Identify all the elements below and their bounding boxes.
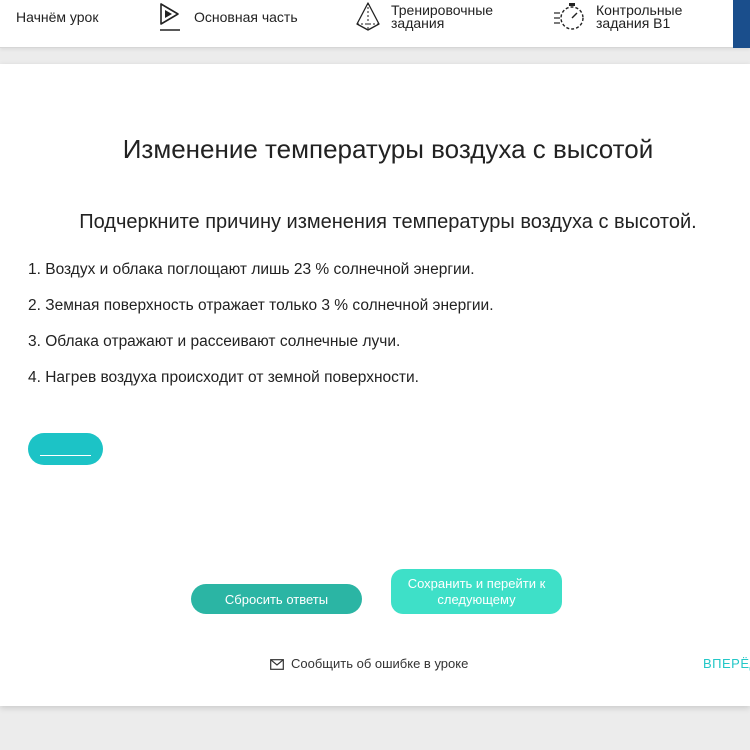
nav-item-label: Начнём урок	[16, 8, 99, 25]
forward-link[interactable]: ВПЕРЁД	[703, 656, 750, 671]
report-error-label: Сообщить об ошибке в уроке	[291, 656, 469, 671]
page-title: Изменение температуры воздуха с высотой	[122, 134, 654, 164]
pyramid-icon	[355, 2, 383, 32]
answer-options-list: 1. Воздух и облака поглощают лишь 23 % с…	[28, 261, 494, 405]
nav-item-label: Тренировочные задания	[391, 3, 493, 31]
top-navigation: Начнём урок Основная часть Тренировочные…	[0, 0, 750, 48]
nav-item-label: Контрольные задания В1	[596, 3, 682, 31]
answer-blank-line	[40, 455, 91, 456]
nav-item-control-tasks[interactable]: Контрольные задания В1	[553, 0, 723, 34]
question-text: Подчеркните причину изменения температур…	[79, 211, 697, 233]
play-icon	[158, 2, 186, 32]
nav-item-label-line2: задания В1	[596, 15, 671, 31]
save-next-button[interactable]: Сохранить и перейти к следующему	[391, 569, 562, 614]
nav-item-label: Основная часть	[194, 8, 298, 25]
answer-option[interactable]: 4. Нагрев воздуха происходит от земной п…	[28, 369, 494, 387]
envelope-icon	[270, 658, 284, 670]
lesson-card: Изменение температуры воздуха с высотой …	[0, 64, 750, 706]
nav-item-practice-tasks[interactable]: Тренировочные задания	[355, 0, 535, 34]
stopwatch-icon	[553, 2, 588, 32]
nav-accent-tab[interactable]	[733, 0, 750, 48]
answer-option[interactable]: 2. Земная поверхность отражает только 3 …	[28, 297, 494, 315]
answer-option[interactable]: 1. Воздух и облака поглощают лишь 23 % с…	[28, 261, 494, 279]
answer-option[interactable]: 3. Облака отражают и рассеивают солнечны…	[28, 333, 494, 351]
answer-input-pill[interactable]	[28, 433, 103, 465]
reset-answers-button[interactable]: Сбросить ответы	[191, 584, 362, 614]
nav-item-start-lesson[interactable]: Начнём урок	[0, 0, 126, 34]
report-error-link[interactable]: Сообщить об ошибке в уроке	[270, 656, 468, 671]
nav-item-label-line2: задания	[391, 15, 445, 31]
nav-item-main-part[interactable]: Основная часть	[158, 0, 328, 34]
